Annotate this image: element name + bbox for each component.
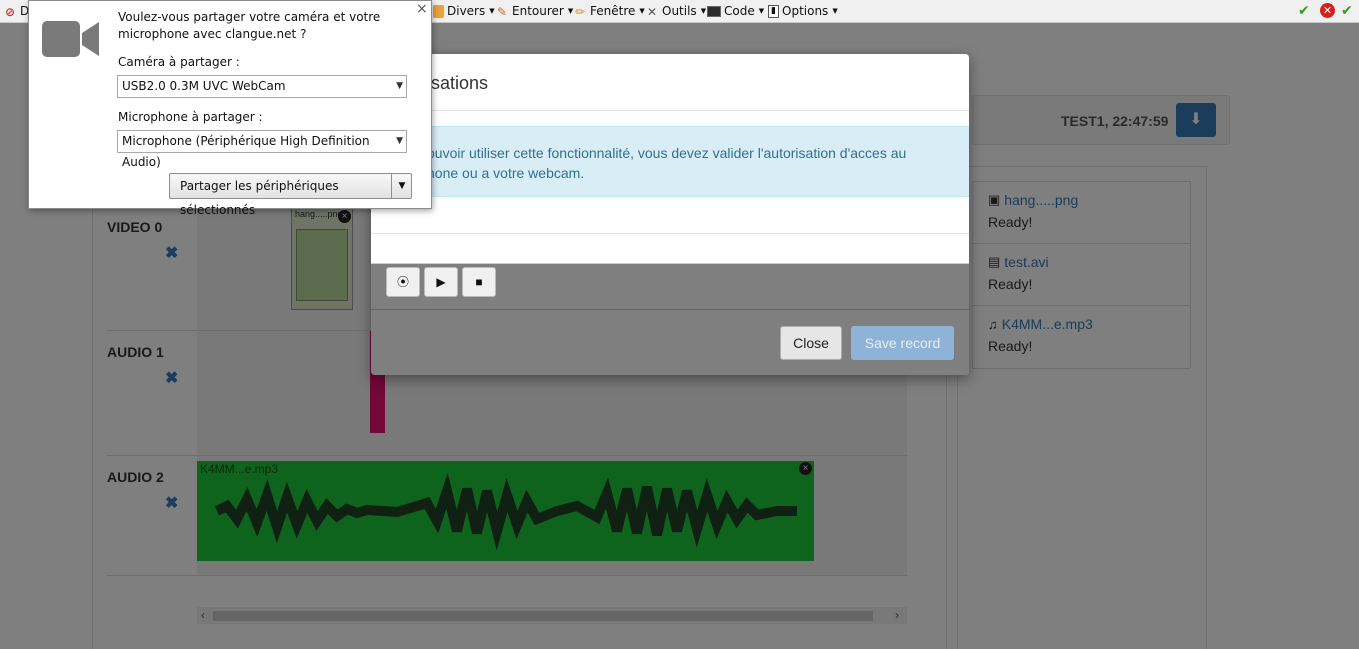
close-button[interactable]: Close bbox=[780, 326, 842, 360]
save-record-button[interactable]: Save record bbox=[851, 326, 954, 360]
camera-label: Caméra à partager : bbox=[118, 55, 240, 69]
red-error-icon[interactable]: ✕ bbox=[1320, 3, 1335, 18]
play-icon: ▶ bbox=[436, 275, 446, 289]
permission-question: Voulez-vous partager votre caméra et vot… bbox=[118, 10, 381, 41]
dropdown-arrow-icon[interactable]: ▼ bbox=[391, 174, 412, 198]
record-button[interactable]: ⦿ bbox=[386, 267, 420, 297]
chevron-down-icon: ▼ bbox=[396, 136, 403, 146]
stop-icon: ■ bbox=[475, 275, 483, 289]
camera-select[interactable]: USB2.0 0.3M UVC WebCam ▼ bbox=[117, 75, 407, 98]
alert-line: ouvoir utiliser cette fonctionnalité, vo… bbox=[427, 145, 907, 161]
tools-icon: ✕ bbox=[646, 4, 658, 19]
camera-icon bbox=[42, 21, 99, 57]
microphone-select-value: Microphone (Périphérique High Definition… bbox=[122, 134, 370, 169]
microphone-select[interactable]: Microphone (Périphérique High Definition… bbox=[117, 130, 407, 169]
info-alert: ouvoir utiliser cette fonctionnalité, vo… bbox=[371, 126, 969, 197]
toolbar-item-divers[interactable]: Divers ▼ bbox=[433, 3, 495, 20]
terminal-icon bbox=[707, 6, 721, 17]
alert-line: hone ou a votre webcam. bbox=[427, 165, 585, 181]
chevron-down-icon: ▼ bbox=[396, 81, 403, 91]
toolbar-item-options[interactable]: ▮ Options ▼ bbox=[768, 3, 838, 20]
pencil-icon: ✎ bbox=[496, 4, 508, 19]
play-button[interactable]: ▶ bbox=[424, 267, 458, 297]
disable-icon: ⊘ bbox=[4, 4, 16, 19]
permission-popup: × Voulez-vous partager votre caméra et v… bbox=[28, 0, 432, 217]
share-button-label: Partager les périphériques sélectionnés bbox=[180, 179, 339, 217]
record-icon: ⦿ bbox=[396, 275, 409, 289]
ruler-pencil-icon: ✏ bbox=[574, 4, 586, 19]
toolbar-item-outils[interactable]: ✕ Outils ▼ bbox=[645, 3, 706, 20]
recording-modal: ⦿ ▶ ■ Close Save record sations ouvoir u… bbox=[371, 54, 969, 375]
green-check-icon[interactable]: ✔ bbox=[1341, 3, 1353, 19]
modal-title: sations bbox=[431, 73, 489, 93]
stop-button[interactable]: ■ bbox=[462, 267, 496, 297]
camera-select-value: USB2.0 0.3M UVC WebCam bbox=[122, 79, 286, 93]
modal-dialog: sations ouvoir utiliser cette fonctionna… bbox=[371, 54, 969, 264]
options-icon: ▮ bbox=[768, 5, 779, 18]
toolbar-item-disable[interactable]: ⊘ D bbox=[3, 3, 29, 20]
toolbar-item-fenetre[interactable]: ✏ Fenêtre ▼ bbox=[573, 3, 645, 20]
green-check-icon[interactable]: ✔ bbox=[1298, 3, 1310, 19]
share-devices-button[interactable]: Partager les périphériques sélectionnés … bbox=[169, 173, 412, 217]
microphone-label: Microphone à partager : bbox=[118, 110, 263, 124]
notepad-icon bbox=[433, 5, 444, 18]
toolbar-item-entourer[interactable]: ✎ Entourer ▼ bbox=[495, 3, 573, 20]
toolbar-item-code[interactable]: Code ▼ bbox=[707, 3, 764, 20]
